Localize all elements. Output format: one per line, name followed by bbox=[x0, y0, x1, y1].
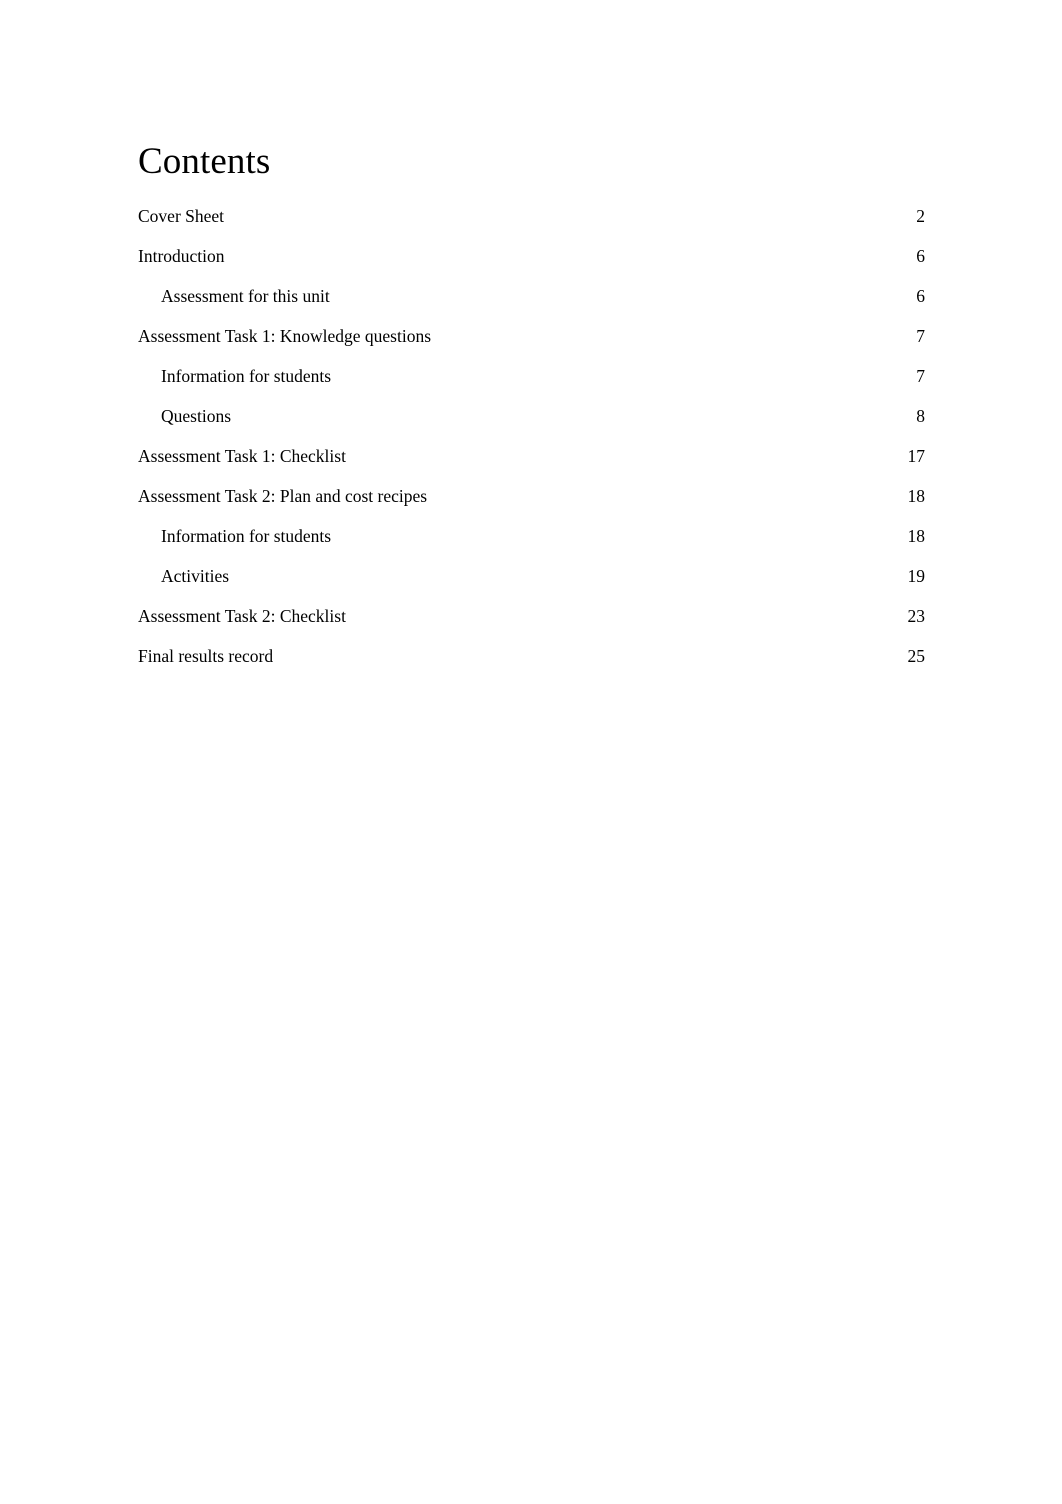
toc-entry-page-number: 6 bbox=[916, 245, 925, 266]
toc-entry-page-number: 23 bbox=[907, 605, 926, 626]
toc-entry-page-number: 19 bbox=[907, 565, 926, 586]
toc-entry[interactable]: Information for students 18 bbox=[138, 526, 925, 547]
toc-entry-label: Assessment Task 1: Knowledge questions bbox=[138, 325, 432, 346]
toc-entry-label: Activities bbox=[161, 565, 230, 586]
toc-entry[interactable]: Activities 19 bbox=[138, 566, 925, 587]
toc-entry-page-number: 17 bbox=[907, 445, 926, 466]
toc-entry-label: Cover Sheet bbox=[138, 205, 225, 226]
page-title: Contents bbox=[138, 141, 271, 182]
toc-entry[interactable]: Assessment Task 2: Plan and cost recipes… bbox=[138, 486, 925, 507]
toc-entry[interactable]: Final results record 25 bbox=[138, 646, 925, 667]
toc-entry-page-number: 2 bbox=[916, 205, 925, 226]
toc-entry-page-number: 25 bbox=[907, 645, 926, 666]
toc-entry-page-number: 7 bbox=[916, 365, 925, 386]
toc-entry-label: Assessment for this unit bbox=[161, 285, 330, 306]
toc-entry-page-number: 18 bbox=[907, 525, 926, 546]
toc-entry-label: Questions bbox=[161, 405, 231, 426]
toc-entry-page-number: 6 bbox=[916, 285, 925, 306]
table-of-contents: Contents Cover Sheet 2 Introduction 6 As… bbox=[138, 141, 925, 667]
toc-entry-page-number: 7 bbox=[916, 325, 925, 346]
toc-entry-label: Assessment Task 1: Checklist bbox=[138, 445, 346, 466]
toc-entry-page-number: 18 bbox=[907, 485, 926, 506]
document-page: Contents Cover Sheet 2 Introduction 6 As… bbox=[0, 0, 1062, 1504]
toc-entry-label: Information for students bbox=[161, 525, 332, 546]
toc-entry[interactable]: Assessment for this unit 6 bbox=[138, 286, 925, 307]
toc-entry-label: Introduction bbox=[138, 245, 225, 266]
toc-entry[interactable]: Questions 8 bbox=[138, 406, 925, 427]
toc-entry[interactable]: Assessment Task 1: Checklist 17 bbox=[138, 446, 925, 467]
toc-entry[interactable]: Introduction 6 bbox=[138, 246, 925, 267]
toc-entry[interactable]: Information for students 7 bbox=[138, 366, 925, 387]
toc-entry-label: Assessment Task 2: Plan and cost recipes bbox=[138, 485, 428, 506]
toc-entry[interactable]: Cover Sheet 2 bbox=[138, 206, 925, 227]
toc-entry-page-number: 8 bbox=[916, 405, 925, 426]
toc-entry[interactable]: Assessment Task 2: Checklist 23 bbox=[138, 606, 925, 627]
toc-entry-list: Cover Sheet 2 Introduction 6 Assessment … bbox=[138, 206, 925, 667]
toc-entry-label: Assessment Task 2: Checklist bbox=[138, 605, 346, 626]
toc-entry-label: Final results record bbox=[138, 645, 274, 666]
toc-entry[interactable]: Assessment Task 1: Knowledge questions 7 bbox=[138, 326, 925, 347]
toc-entry-label: Information for students bbox=[161, 365, 332, 386]
